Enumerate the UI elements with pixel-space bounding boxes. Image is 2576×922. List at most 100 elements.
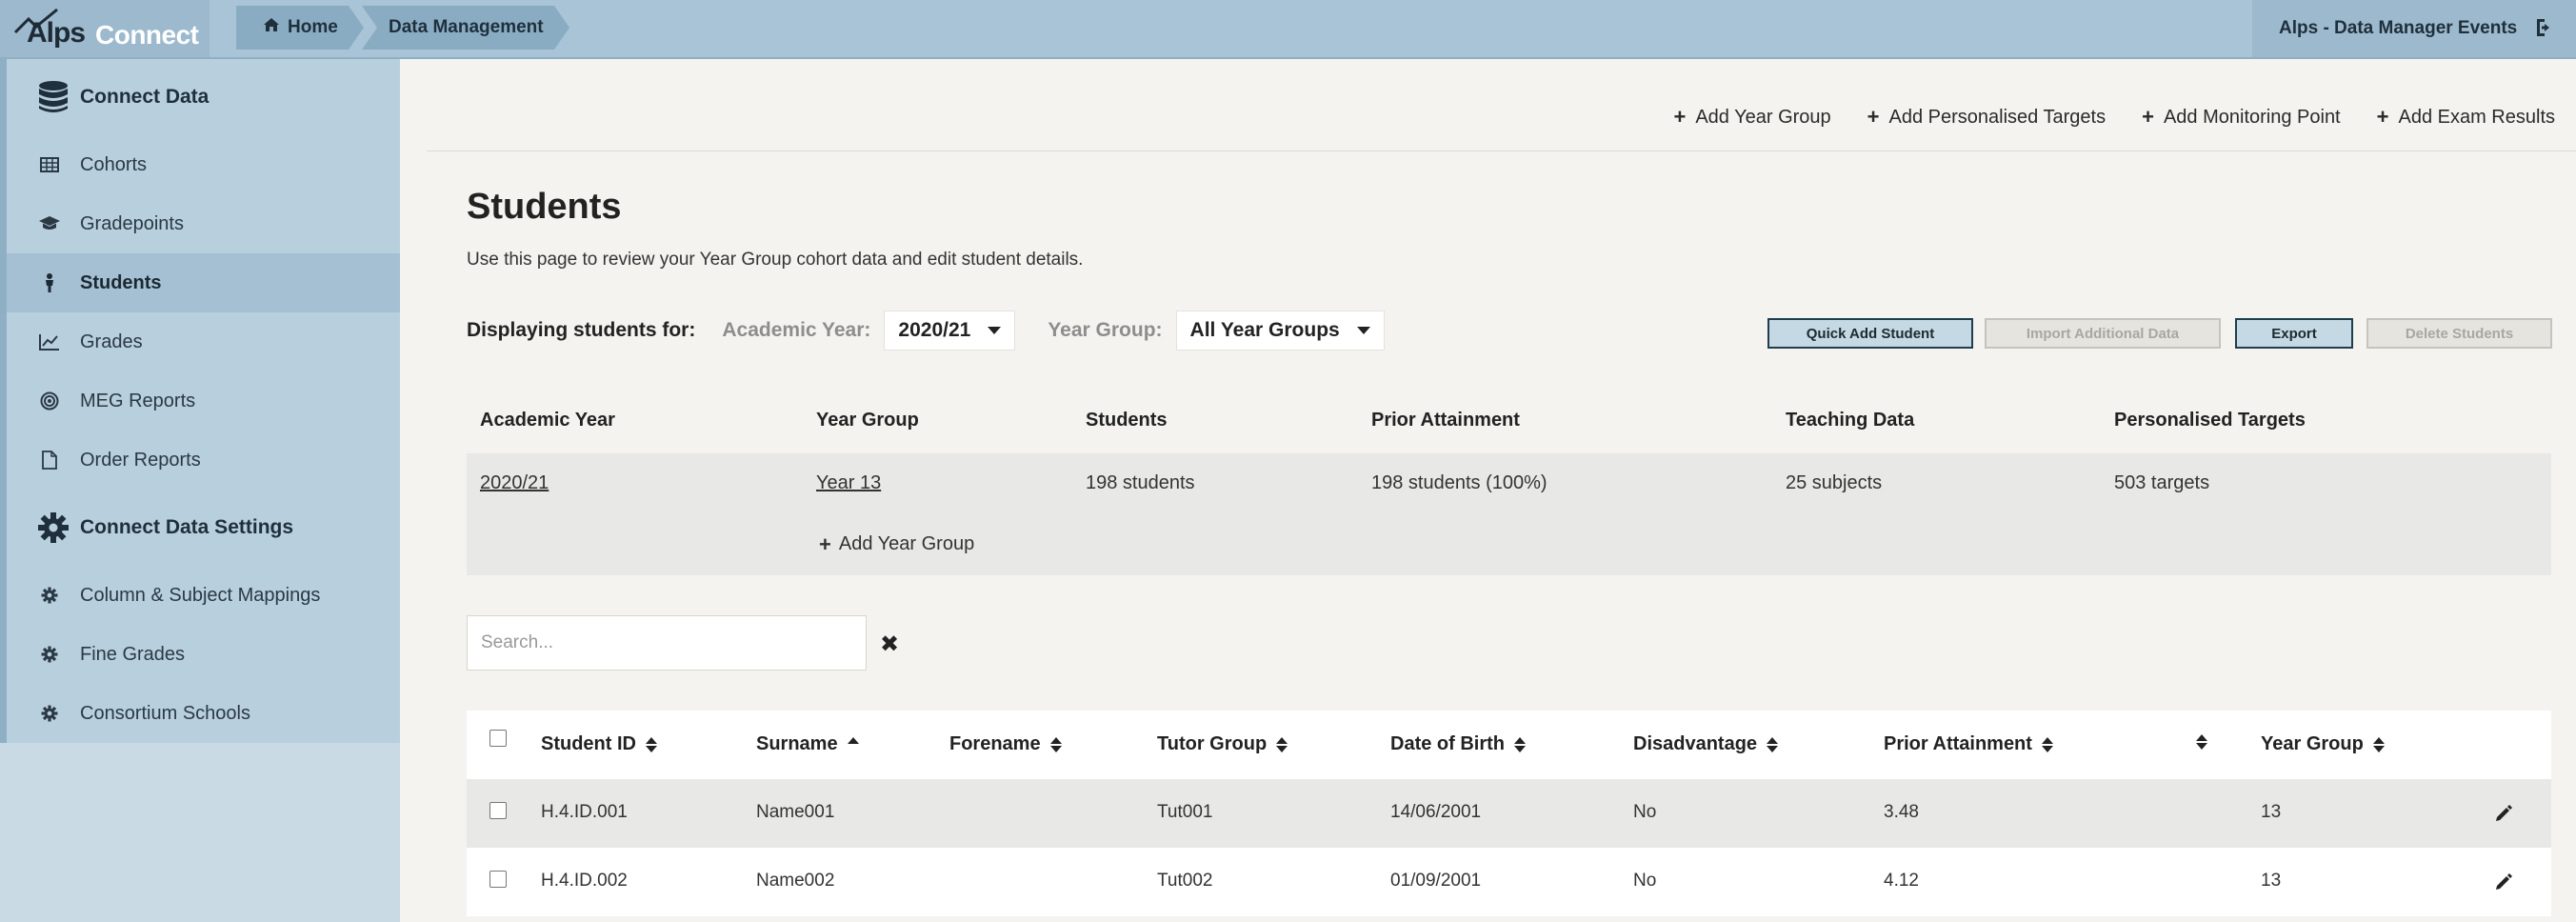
user-name: Alps - Data Manager Events	[2279, 18, 2518, 38]
breadcrumb-home[interactable]: Home	[236, 6, 364, 50]
add-monitoring-point-link[interactable]: + Add Monitoring Point	[2142, 105, 2341, 130]
year-group-select[interactable]: All Year Groups	[1175, 311, 1385, 351]
filter-row: Displaying students for: Academic Year: …	[467, 311, 1417, 351]
action-label: Add Year Group	[1695, 106, 1831, 128]
table-row: H.4.ID.001 Name001 Tut001 14/06/2001 No …	[467, 779, 2551, 848]
year-group-cell: 13	[2261, 802, 2282, 822]
sort-icon	[646, 736, 657, 753]
target-icon	[37, 389, 62, 413]
column-header-label: Tutor Group	[1157, 733, 1268, 754]
sort-date-of-birth[interactable]: Date of Birth	[1390, 733, 1526, 755]
action-label: Add Personalised Targets	[1888, 106, 2107, 128]
top-bar: Alps Connect Home Data Management Alps -…	[0, 0, 2576, 59]
sort-year-group[interactable]: Year Group	[2261, 733, 2385, 755]
column-header-label: Year Group	[2261, 733, 2364, 754]
column-header: Personalised Targets	[2114, 410, 2306, 431]
sort-student-id[interactable]: Student ID	[541, 733, 657, 755]
quick-add-student-button[interactable]: Quick Add Student	[1767, 318, 1973, 349]
cohort-table: Academic Year Year Group Students Prior …	[467, 391, 2551, 575]
export-button[interactable]: Export	[2235, 318, 2353, 349]
year-group-link[interactable]: Year 13	[816, 472, 881, 494]
search-input[interactable]: Search...	[467, 615, 867, 671]
sidebar-nav: Connect Data Cohorts Gradepoints Student…	[0, 59, 400, 743]
sort-icon	[1767, 736, 1779, 753]
tutor-group-cell: Tut002	[1157, 871, 1213, 891]
sort-icon	[2372, 736, 2385, 753]
action-bar: + Add Year Group + Add Personalised Targ…	[1673, 105, 2555, 130]
sort-surname[interactable]: Surname	[756, 733, 859, 755]
column-header-label: Surname	[756, 733, 838, 754]
breadcrumb-current-label: Data Management	[389, 17, 544, 37]
sort-icon	[1514, 736, 1526, 753]
cohort-table-header: Academic Year Year Group Students Prior …	[467, 391, 2551, 453]
sort-disadvantage[interactable]: Disadvantage	[1633, 733, 1779, 755]
add-year-group-row-link[interactable]: + Add Year Group	[819, 533, 974, 555]
sidebar-item-label: Students	[80, 271, 162, 293]
teaching-data-value: 25 subjects	[1786, 472, 1883, 493]
sidebar-item-order-reports[interactable]: Order Reports	[7, 431, 400, 490]
prior-attainment-cell: 3.48	[1884, 802, 1919, 822]
cog-icon	[37, 642, 62, 667]
academic-year-value: 2020/21	[898, 319, 971, 341]
sidebar-section-connect-data-settings[interactable]: Connect Data Settings	[7, 490, 400, 566]
sidebar-item-fine-grades[interactable]: Fine Grades	[7, 625, 400, 684]
sidebar-item-cohorts[interactable]: Cohorts	[7, 135, 400, 194]
row-checkbox[interactable]	[489, 871, 507, 888]
plus-icon: +	[2376, 105, 2389, 129]
sidebar-item-grades[interactable]: Grades	[7, 312, 400, 371]
action-label: Add Exam Results	[2398, 106, 2555, 128]
sort-asc-icon	[847, 736, 859, 753]
personalised-targets-value: 503 targets	[2114, 472, 2210, 493]
plus-icon: +	[1867, 105, 1880, 129]
breadcrumb-data-management[interactable]: Data Management	[362, 6, 569, 50]
sort-unnamed-column[interactable]	[2187, 733, 2207, 751]
plus-icon: +	[1673, 105, 1687, 129]
row-checkbox[interactable]	[489, 802, 507, 819]
column-header-label: Disadvantage	[1633, 733, 1758, 754]
sidebar-section-connect-data[interactable]: Connect Data	[7, 59, 400, 135]
select-all-checkbox[interactable]	[489, 730, 507, 747]
academic-year-select[interactable]: 2020/21	[884, 311, 1016, 351]
table-row: H.4.ID.002 Name002 Tut002 01/09/2001 No …	[467, 848, 2551, 916]
import-additional-data-button[interactable]: Import Additional Data	[1985, 318, 2221, 349]
sidebar-item-consortium-schools[interactable]: Consortium Schools	[7, 684, 400, 743]
sidebar-section-label: Connect Data Settings	[80, 516, 294, 538]
logo[interactable]: Alps Connect	[0, 0, 210, 57]
caret-down-icon	[988, 327, 1002, 334]
sidebar-item-label: Order Reports	[80, 449, 201, 471]
year-group-label: Year Group:	[1048, 319, 1163, 341]
add-exam-results-link[interactable]: + Add Exam Results	[2377, 105, 2555, 130]
sort-prior-attainment[interactable]: Prior Attainment	[1884, 733, 2053, 755]
user-menu[interactable]: Alps - Data Manager Events	[2252, 0, 2576, 57]
sidebar-item-gradepoints[interactable]: Gradepoints	[7, 194, 400, 253]
disadvantage-cell: No	[1633, 802, 1657, 822]
students-count: 198 students	[1086, 472, 1195, 493]
sidebar-item-meg-reports[interactable]: MEG Reports	[7, 371, 400, 431]
cog-icon	[37, 701, 62, 726]
filter-lead-label: Displaying students for:	[467, 319, 696, 341]
academic-year-label: Academic Year:	[722, 319, 871, 341]
column-header-label: Forename	[949, 733, 1041, 754]
logout-icon[interactable]	[2534, 17, 2555, 43]
edit-pencil-icon[interactable]	[2494, 872, 2513, 896]
column-header-label: Prior Attainment	[1884, 733, 2032, 754]
sort-icon	[1276, 736, 1288, 753]
sort-forename[interactable]: Forename	[949, 733, 1062, 755]
page-description: Use this page to review your Year Group …	[467, 250, 1084, 270]
sidebar-item-column-subject-mappings[interactable]: Column & Subject Mappings	[7, 566, 400, 625]
delete-students-button[interactable]: Delete Students	[2366, 318, 2552, 349]
academic-year-link[interactable]: 2020/21	[480, 472, 549, 494]
add-year-group-link[interactable]: + Add Year Group	[1673, 105, 1830, 130]
column-header: Prior Attainment	[1371, 410, 1520, 431]
clear-search-icon[interactable]: ✖	[880, 631, 899, 658]
table-icon	[37, 152, 62, 177]
sort-icon	[2196, 733, 2207, 751]
column-header: Year Group	[816, 410, 919, 431]
year-group-value: All Year Groups	[1189, 319, 1340, 341]
file-icon	[37, 448, 62, 472]
date-of-birth-cell: 01/09/2001	[1390, 871, 1482, 891]
add-personalised-targets-link[interactable]: + Add Personalised Targets	[1867, 105, 2106, 130]
edit-pencil-icon[interactable]	[2494, 804, 2513, 828]
sort-tutor-group[interactable]: Tutor Group	[1157, 733, 1288, 755]
sidebar-item-students[interactable]: Students	[7, 253, 400, 312]
